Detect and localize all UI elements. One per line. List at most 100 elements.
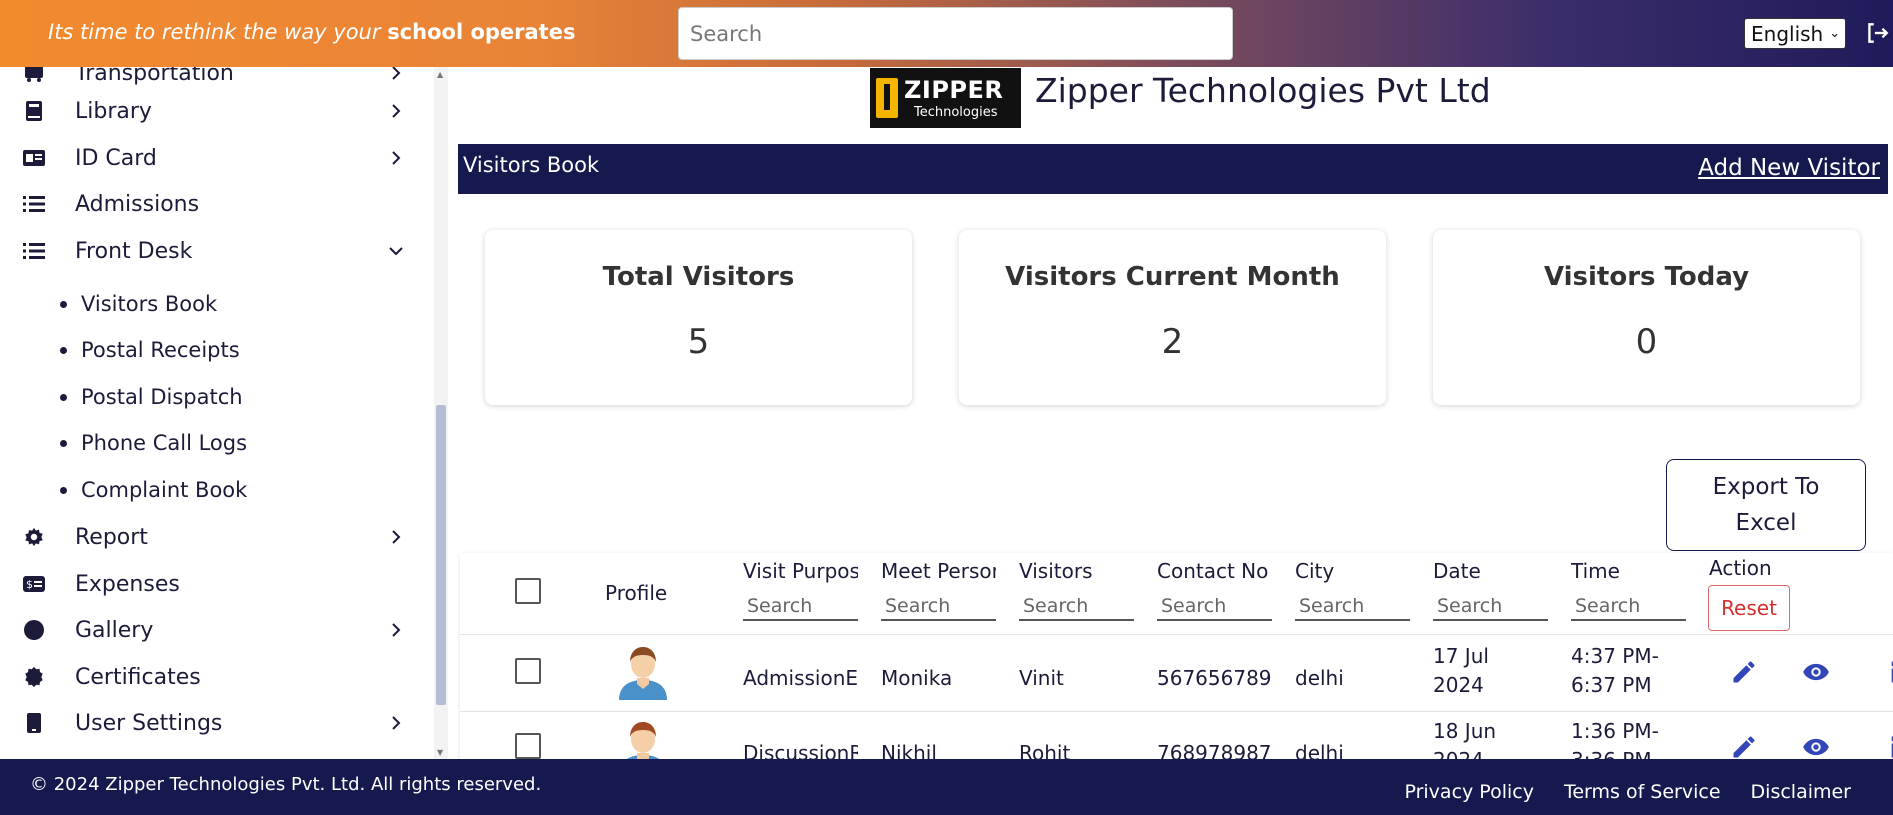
sidebar-item-label: Certificates [75,664,201,690]
stat-value: 5 [687,322,710,362]
sidebar-subitem-label: Phone Call Logs [81,431,248,455]
column-header-action: Action [1709,556,1772,580]
cell-time: 4:37 PM-6:37 PM [1571,644,1659,697]
view-eye-icon[interactable] [1802,733,1830,759]
page-title-bar: Visitors Book Add New Visitor [458,144,1888,194]
bullet-icon [60,393,67,401]
sidebar-item-label: Library [75,98,152,124]
contact-no-search-input[interactable] [1157,593,1272,621]
cell-contact-no: 5676567898 [1157,666,1272,690]
sidebar-subitem-phone-call-logs[interactable]: Phone Call Logs [60,425,247,461]
terms-of-service-link[interactable]: Terms of Service [1564,781,1721,803]
sidebar-item-transportation[interactable]: Transportation [0,67,440,93]
sidebar-subitem-postal-receipts[interactable]: Postal Receipts [60,332,240,368]
column-header-time: Time [1571,559,1620,583]
list-icon [22,239,46,263]
badge-icon [22,665,46,689]
sidebar-item-admissions[interactable]: Admissions [0,184,440,224]
sidebar-item-label: Admissions [75,191,200,217]
column-header-visitors: Visitors [1019,559,1093,583]
mobile-icon [22,711,46,735]
info-icon[interactable] [1880,733,1893,759]
scroll-up-arrow-icon[interactable]: ▲ [437,70,443,79]
privacy-policy-link[interactable]: Privacy Policy [1404,781,1533,803]
stat-card-visitors-current-month: Visitors Current Month 2 [959,230,1386,405]
sidebar-scrollbar-thumb[interactable] [436,405,446,705]
page-title: Visitors Book [463,153,600,177]
chevron-right-icon [392,716,401,730]
cell-visitors: Rohit [1019,741,1071,759]
select-all-checkbox[interactable] [515,578,541,604]
info-icon[interactable] [1880,658,1893,686]
stat-title: Visitors Today [1543,262,1750,292]
city-search-input[interactable] [1295,593,1410,621]
row-checkbox[interactable] [515,658,541,684]
cell-time: 1:36 PM-3:36 PM [1571,719,1659,759]
visitors-search-input[interactable] [1019,593,1134,621]
company-name: Zipper Technologies Pvt Ltd [1035,71,1491,110]
meet-person-search-input[interactable] [881,593,996,621]
logout-icon[interactable] [1864,20,1890,46]
bullet-icon [60,300,67,308]
sidebar-subitem-complaint-book[interactable]: Complaint Book [60,472,247,508]
avatar [626,722,660,759]
column-header-meet-person: Meet Person [881,559,996,583]
cell-city: delhi [1295,741,1344,759]
logo-mark-icon [876,78,898,118]
list-icon [22,192,46,216]
export-to-excel-button[interactable]: Export To Excel [1666,459,1866,551]
sidebar-item-gallery[interactable]: Gallery [0,610,440,650]
add-new-visitor-link[interactable]: Add New Visitor [1698,155,1880,181]
chevron-down-icon [389,247,403,256]
visitors-table: Profile Visit Purpose Meet Person Visito… [460,553,1893,759]
global-search-input[interactable] [678,7,1233,60]
sidebar-item-front-desk[interactable]: Front Desk [0,231,440,271]
sidebar: Transportation Library ID Card Admission… [0,67,453,759]
cell-visitors: Vinit [1019,666,1064,690]
cell-date: 18 Jun 2024 [1433,719,1497,759]
sidebar-item-expenses[interactable]: $ Expenses [0,564,440,604]
date-search-input[interactable] [1433,593,1548,621]
bullet-icon [60,486,67,494]
id-card-icon [22,146,46,170]
view-eye-icon[interactable] [1802,658,1830,686]
sidebar-item-label: User Settings [75,710,223,736]
chevron-down-icon: ⌄ [1829,26,1841,41]
bullet-icon [60,346,67,354]
footer: © 2024 Zipper Technologies Pvt. Ltd. All… [0,759,1893,815]
edit-icon[interactable] [1730,733,1758,759]
language-value: English [1751,21,1824,46]
column-header-profile: Profile [605,581,668,605]
company-logo: ZIPPER Technologies [870,68,1021,128]
chevron-right-icon [392,623,401,637]
language-select[interactable]: English ⌄ [1744,18,1846,49]
visit-purpose-search-input[interactable] [743,593,858,621]
sidebar-item-label: Expenses [75,571,180,597]
edit-icon[interactable] [1730,658,1758,686]
cell-visit-purpose: AdmissionEnquiry [743,666,858,690]
sidebar-subitem-label: Visitors Book [81,292,218,316]
bullet-icon [60,439,67,447]
reset-button[interactable]: Reset [1708,585,1790,631]
time-search-input[interactable] [1571,593,1686,621]
sidebar-item-report[interactable]: Report [0,517,440,557]
cell-meet-person: Nikhil [881,741,937,759]
sidebar-item-label: Report [75,524,148,550]
scroll-down-arrow-icon[interactable]: ▼ [437,748,443,757]
cell-date: 17 Jul 2024 [1433,644,1489,697]
sidebar-subitem-visitors-book[interactable]: Visitors Book [60,286,217,322]
logo-subword: Technologies [914,105,998,120]
cell-contact-no: 7689789879 [1157,741,1272,759]
sidebar-item-user-settings[interactable]: User Settings [0,703,440,743]
stat-title: Total Visitors [602,262,795,292]
book-icon [22,99,46,123]
sidebar-item-id-card[interactable]: ID Card [0,138,440,178]
sidebar-item-library[interactable]: Library [0,91,440,131]
sidebar-subitem-postal-dispatch[interactable]: Postal Dispatch [60,379,243,415]
disclaimer-link[interactable]: Disclaimer [1751,781,1851,803]
row-checkbox[interactable] [515,733,541,759]
stat-value: 0 [1635,322,1658,362]
sidebar-item-certificates[interactable]: Certificates [0,657,440,697]
chevron-right-icon [392,67,401,80]
footer-links: Privacy Policy Terms of Service Disclaim… [1404,781,1851,803]
